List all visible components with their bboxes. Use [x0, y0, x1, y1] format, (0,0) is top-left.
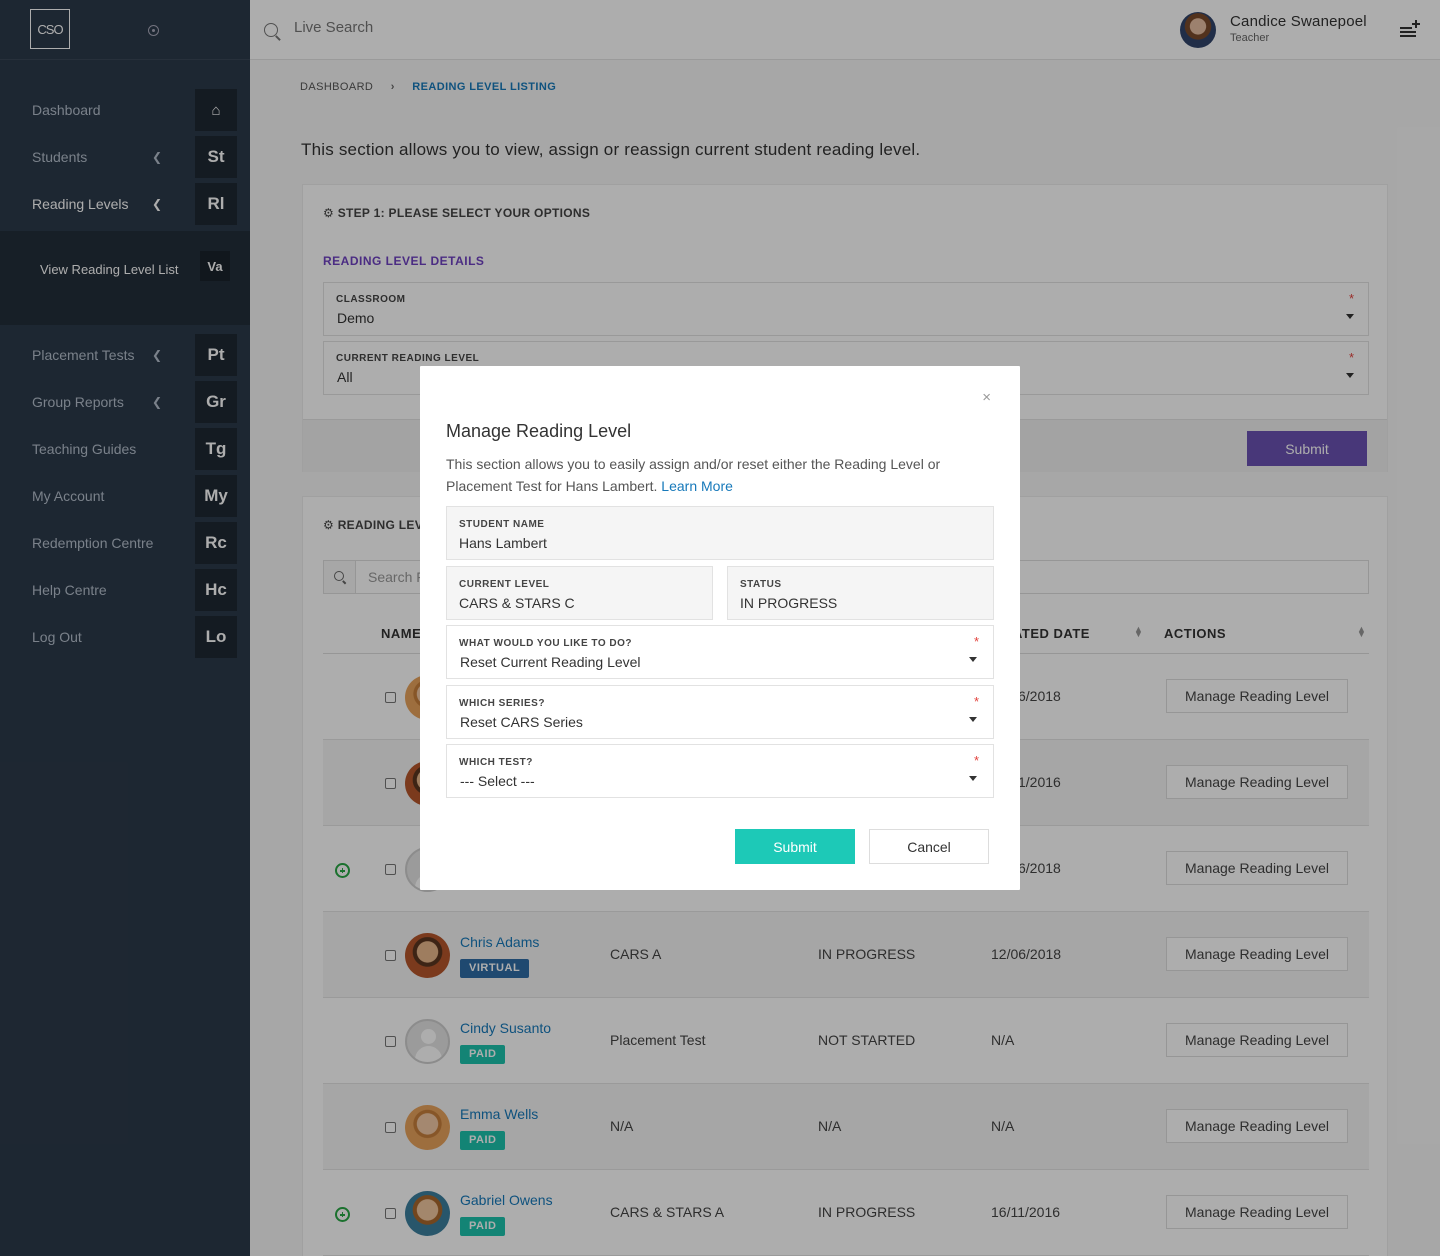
- action-value: Reset Current Reading Level: [460, 654, 641, 670]
- status-field: STATUS IN PROGRESS: [727, 566, 994, 620]
- manage-reading-level-modal: × Manage Reading Level This section allo…: [420, 366, 1020, 890]
- caret-down-icon: [969, 717, 977, 722]
- current-level-label: CURRENT LEVEL: [459, 579, 550, 590]
- required-mark: *: [973, 694, 979, 709]
- modal-cancel-button[interactable]: Cancel: [869, 829, 989, 864]
- current-level-field: CURRENT LEVEL CARS & STARS C: [446, 566, 713, 620]
- status-value: IN PROGRESS: [740, 595, 838, 611]
- test-label: WHICH TEST?: [459, 757, 533, 768]
- caret-down-icon: [969, 776, 977, 781]
- status-label: STATUS: [740, 579, 782, 590]
- modal-description: This section allows you to easily assign…: [446, 453, 986, 497]
- series-select[interactable]: WHICH SERIES? Reset CARS Series *: [446, 685, 994, 739]
- series-label: WHICH SERIES?: [459, 698, 545, 709]
- student-name-value: Hans Lambert: [459, 535, 547, 551]
- test-select[interactable]: WHICH TEST? --- Select --- *: [446, 744, 994, 798]
- current-level-value: CARS & STARS C: [459, 595, 575, 611]
- caret-down-icon: [969, 657, 977, 662]
- required-mark: *: [973, 753, 979, 768]
- student-name-field: STUDENT NAME Hans Lambert: [446, 506, 994, 560]
- series-value: Reset CARS Series: [460, 714, 583, 730]
- required-mark: *: [973, 634, 979, 649]
- modal-submit-button[interactable]: Submit: [735, 829, 855, 864]
- action-select[interactable]: WHAT WOULD YOU LIKE TO DO? Reset Current…: [446, 625, 994, 679]
- test-value: --- Select ---: [460, 773, 535, 789]
- modal-title: Manage Reading Level: [446, 421, 632, 441]
- student-name-label: STUDENT NAME: [459, 519, 545, 530]
- action-label: WHAT WOULD YOU LIKE TO DO?: [459, 638, 632, 649]
- close-icon[interactable]: ×: [982, 389, 991, 406]
- learn-more-link[interactable]: Learn More: [661, 478, 733, 494]
